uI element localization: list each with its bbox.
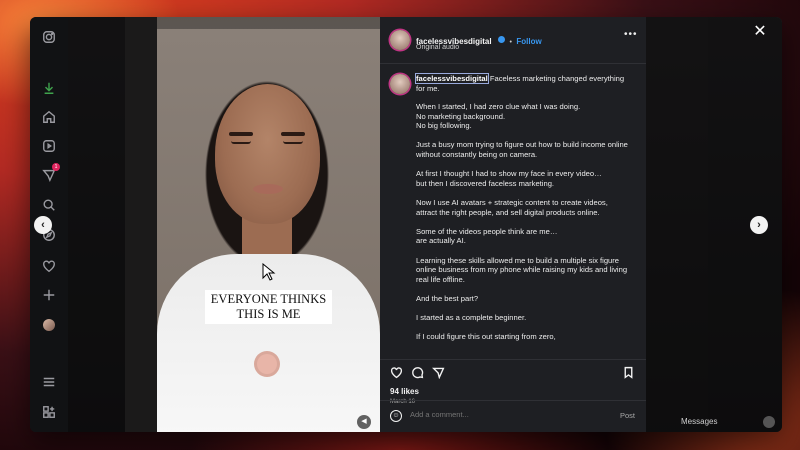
lips [253, 184, 283, 194]
previous-post-button[interactable]: ‹ [34, 216, 52, 234]
direct-messages-icon[interactable]: 1 [40, 163, 60, 184]
verified-badge-icon [498, 36, 506, 44]
heart-icon[interactable] [40, 257, 58, 275]
right-eye [283, 141, 303, 144]
messages-button[interactable]: Messages [676, 412, 781, 432]
messages-avatar [763, 416, 775, 428]
comment-icon[interactable] [411, 366, 424, 379]
video-frame[interactable]: EVERYONE THINKS THIS IS ME ◀ [157, 29, 380, 432]
mute-icon[interactable]: ◀ [357, 415, 371, 429]
profile-avatar-image [43, 319, 55, 331]
like-heart-icon[interactable] [390, 366, 403, 379]
post-header: facelessvibesdigital • Follow Original a… [380, 17, 646, 64]
reels-icon[interactable] [40, 137, 58, 155]
overlay-line-1: EVERYONE THINKS [210, 292, 327, 306]
download-icon[interactable] [40, 79, 58, 97]
overlay-line-2: THIS IS ME [236, 307, 301, 321]
media-left-strip [125, 17, 157, 432]
instagram-logo-icon[interactable] [40, 28, 58, 46]
home-icon[interactable] [40, 108, 58, 126]
face-shape [215, 84, 320, 224]
right-brow [281, 132, 305, 136]
comment-bar: ☺ Post [380, 400, 646, 432]
bookmark-icon[interactable] [622, 366, 635, 379]
author-avatar[interactable] [390, 30, 410, 50]
separator-dot: • [509, 39, 512, 46]
left-brow [229, 132, 253, 136]
post-media[interactable]: EVERYONE THINKS THIS IS ME ◀ [125, 17, 380, 432]
caption-section[interactable]: facelessvibesdigital Faceless marketing … [380, 72, 646, 359]
follow-button[interactable]: Follow [516, 37, 541, 46]
caption-first-line: facelessvibesdigital Faceless marketing … [415, 73, 631, 93]
caption-username[interactable]: facelessvibesdigital [415, 73, 489, 84]
emoji-icon[interactable]: ☺ [390, 410, 402, 422]
audio-label[interactable]: Original audio [416, 44, 459, 51]
create-icon[interactable] [40, 286, 58, 304]
necklace-pendant [257, 354, 277, 374]
video-text-overlay: EVERYONE THINKS THIS IS ME [205, 290, 332, 324]
notification-badge: 1 [52, 163, 60, 171]
menu-icon[interactable] [40, 373, 58, 391]
apps-icon[interactable] [40, 403, 58, 421]
likes-count[interactable]: 94 likes [390, 387, 419, 396]
more-options-icon[interactable]: ••• [624, 29, 638, 40]
caption-body: When I started, I had zero clue what I w… [416, 102, 628, 342]
comment-input[interactable] [410, 410, 600, 419]
left-eye [231, 141, 251, 144]
messages-label: Messages [681, 417, 718, 426]
search-icon[interactable] [40, 196, 58, 214]
post-modal: EVERYONE THINKS THIS IS ME ◀ facelessvib… [125, 17, 677, 432]
caption-author-avatar[interactable] [390, 74, 410, 94]
share-icon[interactable] [431, 366, 445, 380]
next-post-button[interactable]: › [750, 216, 768, 234]
post-details-panel: facelessvibesdigital • Follow Original a… [380, 17, 646, 432]
post-comment-button[interactable]: Post [620, 411, 635, 420]
close-icon[interactable]: ✕ [752, 24, 768, 40]
mouse-cursor-icon [262, 263, 276, 281]
profile-avatar[interactable] [40, 316, 58, 334]
